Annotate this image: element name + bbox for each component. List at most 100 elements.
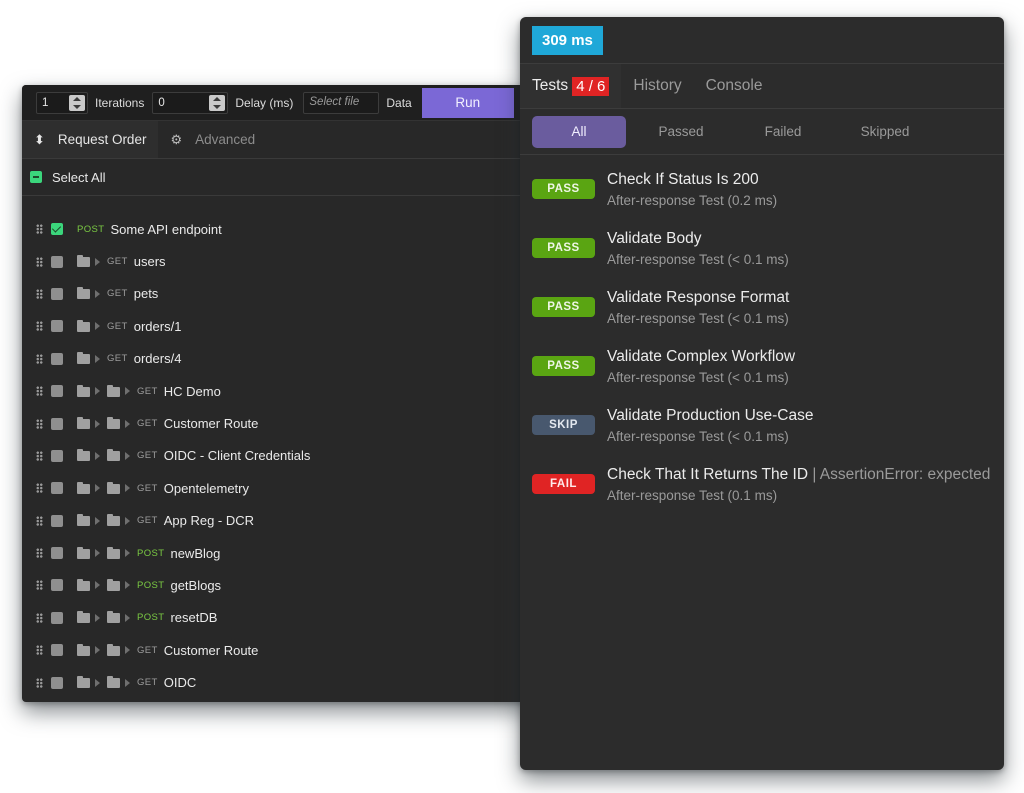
- request-checkbox[interactable]: [51, 676, 63, 689]
- delay-stepper-icon[interactable]: [209, 94, 226, 111]
- test-result-text: Validate Production Use-Case After-respon…: [607, 406, 814, 447]
- http-method: GET: [137, 644, 158, 656]
- request-checkbox[interactable]: [51, 385, 63, 398]
- drag-handle-icon[interactable]: [36, 288, 43, 299]
- request-name: newBlog: [170, 545, 221, 561]
- request-row[interactable]: GET OIDC: [22, 666, 532, 698]
- select-all-row[interactable]: Select All: [22, 159, 532, 196]
- test-result-item: SKIP Validate Production Use-Case After-re…: [520, 403, 1004, 462]
- http-method: GET: [107, 256, 128, 268]
- http-method: POST: [77, 223, 105, 235]
- select-all-checkbox[interactable]: [30, 171, 42, 183]
- request-row[interactable]: GET HC Demo: [22, 375, 532, 407]
- drag-handle-icon[interactable]: [36, 677, 43, 688]
- request-checkbox[interactable]: [51, 320, 63, 333]
- drag-handle-icon[interactable]: [36, 580, 43, 591]
- drag-handle-icon[interactable]: [36, 353, 43, 364]
- test-name: Validate Body: [607, 230, 702, 247]
- folder-icon: [77, 546, 90, 559]
- test-detail: After-response Test (< 0.1 ms): [607, 311, 789, 326]
- request-checkbox[interactable]: [51, 547, 63, 560]
- iterations-label: Iterations: [95, 95, 145, 110]
- tab-request-order[interactable]: ⬍ Request Order: [22, 121, 159, 158]
- request-list: POST Some API endpoint GET users GET pets GET o…: [22, 196, 532, 699]
- request-row[interactable]: GET Customer Route: [22, 407, 532, 439]
- request-checkbox[interactable]: [51, 449, 63, 462]
- request-checkbox[interactable]: [51, 579, 63, 592]
- request-checkbox[interactable]: [51, 514, 63, 527]
- chevron-right-icon: [95, 289, 100, 298]
- chevron-right-icon: [125, 484, 130, 493]
- drag-handle-icon[interactable]: [36, 515, 43, 526]
- status-badge: FAIL: [532, 474, 595, 494]
- request-checkbox[interactable]: [51, 352, 63, 365]
- delay-input[interactable]: 0: [152, 91, 229, 114]
- delay-label: Delay (ms): [235, 95, 294, 110]
- request-row[interactable]: GET Opentelemetry: [22, 472, 532, 504]
- filter-passed[interactable]: Passed: [634, 116, 728, 148]
- drag-handle-icon[interactable]: [36, 224, 43, 235]
- chevron-right-icon: [95, 646, 100, 655]
- run-button[interactable]: Run: [421, 87, 514, 118]
- request-row[interactable]: GET Customer Route: [22, 634, 532, 666]
- request-row[interactable]: POST getBlogs: [22, 569, 532, 601]
- request-row[interactable]: GET OIDC - Client Credentials: [22, 440, 532, 472]
- request-checkbox[interactable]: [51, 287, 63, 300]
- request-checkbox[interactable]: [51, 644, 63, 657]
- request-row[interactable]: GET App Reg - DCR: [22, 505, 532, 537]
- iterations-input[interactable]: 1: [36, 91, 88, 114]
- drag-handle-icon[interactable]: [36, 612, 43, 623]
- request-name: OIDC - Client Credentials: [163, 448, 311, 464]
- status-badge: SKIP: [532, 415, 595, 435]
- chevron-right-icon: [125, 646, 130, 655]
- drag-handle-icon[interactable]: [36, 386, 43, 397]
- request-name: Customer Route: [163, 416, 259, 432]
- data-file-input[interactable]: Select file: [303, 91, 380, 114]
- iterations-stepper-icon[interactable]: [69, 94, 85, 111]
- drag-handle-icon[interactable]: [36, 321, 43, 332]
- folder-icon: [107, 449, 120, 462]
- request-checkbox[interactable]: [51, 482, 63, 495]
- tab-advanced[interactable]: ⚙ Advanced: [158, 121, 267, 158]
- tab-console[interactable]: Console: [694, 64, 775, 108]
- chevron-right-icon: [95, 484, 100, 493]
- drag-handle-icon[interactable]: [36, 645, 43, 656]
- folder-icon: [77, 676, 90, 689]
- http-method: GET: [137, 677, 158, 689]
- drag-handle-icon[interactable]: [36, 548, 43, 559]
- request-row[interactable]: GET pets: [22, 278, 532, 310]
- filter-all[interactable]: All: [532, 115, 626, 148]
- request-row[interactable]: GET orders/1: [22, 310, 532, 342]
- drag-handle-icon[interactable]: [36, 418, 43, 429]
- drag-handle-icon[interactable]: [36, 256, 43, 267]
- test-results-list: PASS Check If Status Is 200 After-response…: [520, 155, 1004, 521]
- request-name: Opentelemetry: [163, 480, 249, 496]
- request-row[interactable]: GET users: [22, 245, 532, 277]
- iterations-value: 1: [42, 96, 49, 109]
- request-row[interactable]: GET orders/4: [22, 343, 532, 375]
- http-method: GET: [107, 320, 128, 332]
- drag-handle-icon[interactable]: [36, 450, 43, 461]
- chevron-right-icon: [125, 516, 130, 525]
- folder-icon: [107, 676, 120, 689]
- test-result-text: Validate Complex Workflow After-response …: [607, 347, 795, 388]
- test-detail: After-response Test (0.1 ms): [607, 488, 778, 503]
- test-result-item: PASS Validate Body After-response Test (< …: [520, 226, 1004, 285]
- filter-failed[interactable]: Failed: [736, 116, 830, 148]
- http-method: POST: [137, 547, 165, 559]
- request-checkbox[interactable]: [51, 611, 63, 624]
- test-name: Check That It Returns The ID: [607, 466, 809, 483]
- test-result-text: Check If Status Is 200 After-response Tes…: [607, 170, 777, 211]
- request-checkbox[interactable]: [51, 255, 63, 268]
- request-row[interactable]: POST newBlog: [22, 537, 532, 569]
- filter-skipped[interactable]: Skipped: [838, 116, 932, 148]
- request-row[interactable]: POST Some API endpoint: [22, 213, 532, 245]
- tab-tests[interactable]: Tests 4 / 6: [520, 64, 622, 108]
- request-checkbox[interactable]: [51, 417, 63, 430]
- chevron-right-icon: [95, 516, 100, 525]
- drag-handle-icon[interactable]: [36, 483, 43, 494]
- request-name: App Reg - DCR: [163, 513, 255, 529]
- tab-history[interactable]: History: [621, 64, 693, 108]
- request-checkbox[interactable]: [51, 223, 63, 236]
- request-row[interactable]: POST resetDB: [22, 602, 532, 634]
